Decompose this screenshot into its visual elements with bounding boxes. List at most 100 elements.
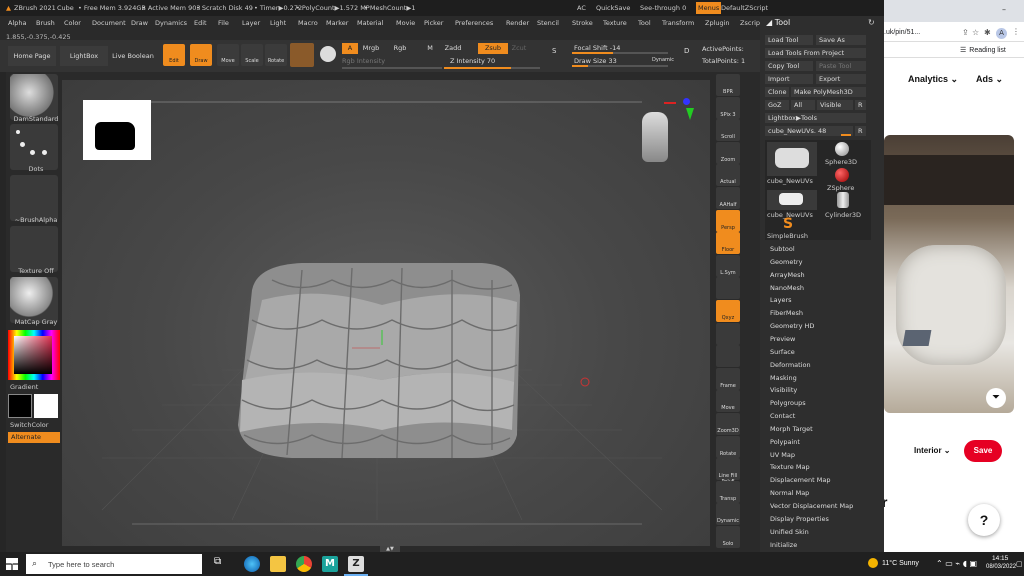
notification-icon[interactable]: ▢ (1016, 560, 1023, 568)
extension-icon[interactable]: ✱ (984, 28, 991, 37)
subpalette-uv-map[interactable]: UV Map (770, 451, 795, 459)
view-tool-l-sym[interactable]: L.Sym (716, 254, 740, 277)
draw-size-slider[interactable] (572, 65, 668, 67)
texture-thumbnail[interactable] (10, 226, 58, 272)
canvas-viewport[interactable] (62, 80, 710, 546)
switch-color-button[interactable]: SwitchColor (10, 421, 70, 429)
secondary-color-swatch[interactable] (34, 394, 58, 418)
menu-stencil[interactable]: Stencil (537, 19, 559, 27)
zbrush-taskbar-icon[interactable]: Z (348, 556, 364, 572)
profile-avatar[interactable]: A (996, 28, 1007, 39)
m-toggle[interactable]: M (424, 43, 436, 54)
rgb-intensity-slider[interactable] (342, 67, 442, 69)
z-intensity-slider[interactable] (444, 67, 540, 69)
nav-ads[interactable]: Ads ⌄ (976, 74, 1003, 85)
edit-button[interactable]: Edit (163, 44, 185, 66)
view-tool-move[interactable]: Move (716, 390, 740, 413)
view-tool-qxyz[interactable]: Qxyz (716, 300, 740, 322)
view-tool-line-fill-polyf[interactable]: Line Fill PolyF (716, 458, 740, 485)
subpalette-unified-skin[interactable]: Unified Skin (770, 528, 809, 536)
view-tool-zoom3d[interactable]: Zoom3D (716, 413, 740, 435)
subpalette-layers[interactable]: Layers (770, 296, 792, 304)
navigation-thumbnail[interactable] (83, 100, 151, 160)
lightbox-button[interactable]: LightBox (60, 46, 108, 66)
subpalette-texture-map[interactable]: Texture Map (770, 463, 810, 471)
star-icon[interactable]: ☆ (972, 28, 979, 37)
help-button[interactable]: ? (968, 504, 1000, 536)
load-from-project-button[interactable]: Load Tools From Project (765, 48, 866, 58)
spotlight-icon[interactable] (320, 46, 336, 62)
gradient-label[interactable]: Gradient (10, 383, 70, 391)
orientation-head-icon[interactable] (642, 112, 668, 162)
view-tool-spix-3[interactable]: SPix 3 (716, 96, 740, 119)
subpalette-normal-map[interactable]: Normal Map (770, 489, 809, 497)
view-tool-icon-9[interactable] (716, 277, 740, 300)
subpalette-displacement-map[interactable]: Displacement Map (770, 476, 830, 484)
home-page-button[interactable]: Home Page (8, 46, 56, 66)
tool-thumb-cube2[interactable] (767, 190, 817, 210)
focal-shift-slider[interactable] (572, 52, 668, 54)
r-button[interactable]: R (855, 100, 866, 110)
view-tool-rotate[interactable]: Rotate (716, 435, 740, 458)
alternate-button[interactable]: Alternate (8, 432, 60, 443)
subpalette-nanomesh[interactable]: NanoMesh (770, 284, 804, 292)
file-explorer-icon[interactable] (270, 556, 286, 572)
minimize-icon[interactable]: – (1002, 5, 1006, 14)
subpalette-visibility[interactable]: Visibility (770, 386, 797, 394)
subpalette-surface[interactable]: Surface (770, 348, 795, 356)
menu-edit[interactable]: Edit (194, 19, 207, 27)
subpalette-polypaint[interactable]: Polypaint (770, 438, 800, 446)
brush-material-swatch[interactable] (290, 43, 314, 67)
current-tool-slider[interactable]: cube_NewUVs. 48 (765, 126, 853, 136)
paste-tool-button[interactable]: Paste Tool (816, 61, 866, 71)
menu-marker[interactable]: Marker (326, 19, 348, 27)
ac-button[interactable]: AC (577, 4, 586, 12)
view-tool-frame[interactable]: Frame (716, 367, 740, 390)
menu-transform[interactable]: Transform (662, 19, 694, 27)
zcut-toggle[interactable]: Zcut (511, 43, 527, 54)
mrgb-toggle[interactable]: Mrgb (360, 43, 382, 54)
move-button[interactable]: Move (217, 44, 239, 66)
rgb-toggle[interactable]: Rgb (390, 43, 410, 54)
see-through-slider[interactable]: See-through 0 (640, 4, 686, 12)
menu-layer[interactable]: Layer (242, 19, 260, 27)
zsphere-icon[interactable] (835, 168, 849, 182)
all-button[interactable]: All (791, 100, 815, 110)
menu-zplugin[interactable]: Zplugin (705, 19, 730, 27)
make-polymesh-button[interactable]: Make PolyMesh3D (791, 87, 866, 97)
clone-button[interactable]: Clone (765, 87, 789, 97)
view-tool-bpr[interactable]: BPR (716, 74, 740, 96)
subpalette-morph-target[interactable]: Morph Target (770, 425, 813, 433)
save-as-button[interactable]: Save As (816, 35, 866, 45)
subpalette-masking[interactable]: Masking (770, 374, 797, 382)
edge-icon[interactable] (244, 556, 260, 572)
view-tool-actual[interactable]: Actual (716, 164, 740, 187)
board-selector[interactable]: Interior ⌄ (914, 446, 951, 455)
view-tool-scroll[interactable]: Scroll (716, 119, 740, 142)
zsub-toggle[interactable]: Zsub (478, 43, 508, 54)
view-tool-icon-11[interactable] (716, 322, 740, 345)
view-tool-zoom[interactable]: Zoom (716, 141, 740, 164)
subpalette-subtool[interactable]: Subtool (770, 245, 795, 253)
alpha-thumbnail[interactable] (10, 175, 58, 221)
share-icon[interactable]: ⇪ (962, 28, 969, 37)
chrome-icon[interactable] (296, 556, 312, 572)
lightbox-tools-button[interactable]: Lightbox▶Tools (765, 113, 866, 123)
menu-draw[interactable]: Draw (131, 19, 148, 27)
tool-thumb-cube1[interactable] (767, 142, 817, 176)
menu-texture[interactable]: Texture (603, 19, 627, 27)
brush-thumbnail[interactable] (10, 74, 58, 120)
menu-alpha[interactable]: Alpha (8, 19, 26, 27)
view-tool-aahalf[interactable]: AAHalf (716, 187, 740, 209)
menu-file[interactable]: File (218, 19, 229, 27)
scale-button[interactable]: Scale (241, 44, 263, 66)
color-square[interactable] (14, 336, 52, 374)
tag-icon[interactable]: ⏷ (986, 388, 1006, 408)
rotate-button[interactable]: Rotate (265, 44, 287, 66)
menu-light[interactable]: Light (270, 19, 286, 27)
goz-button[interactable]: GoZ (765, 100, 789, 110)
default-zscript[interactable]: DefaultZScript (721, 4, 768, 12)
subpalette-initialize[interactable]: Initialize (770, 541, 797, 549)
menu-document[interactable]: Document (92, 19, 126, 27)
sphere-icon[interactable] (835, 142, 849, 156)
